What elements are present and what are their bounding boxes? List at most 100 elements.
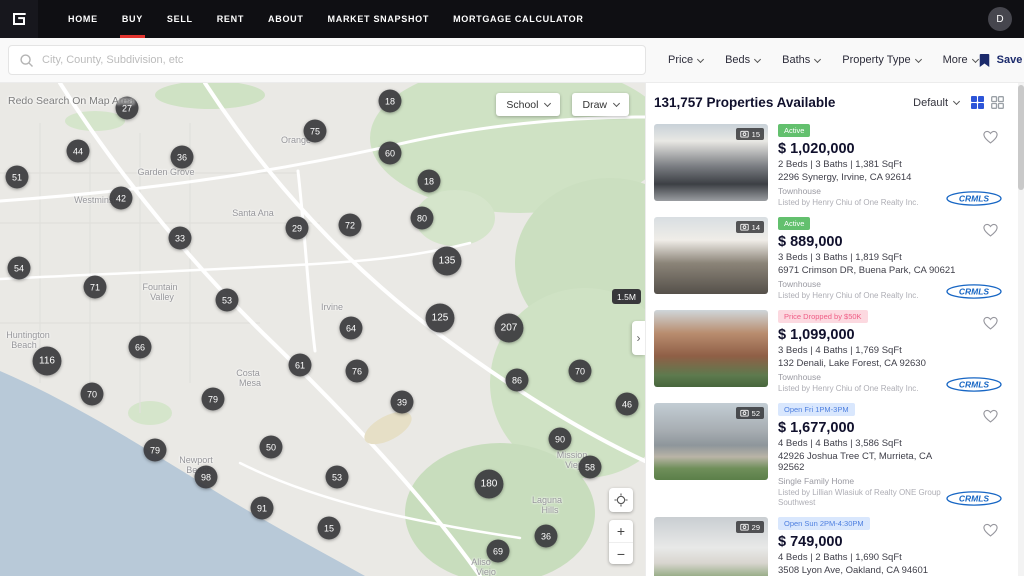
map-locate-button[interactable] — [609, 488, 633, 512]
map-cluster-marker[interactable]: 98 — [195, 466, 218, 489]
map-cluster-marker[interactable]: 86 — [506, 369, 529, 392]
map-cluster-marker[interactable]: 33 — [169, 227, 192, 250]
map-cluster-marker[interactable]: 61 — [289, 354, 312, 377]
map-cluster-marker[interactable]: 51 — [6, 166, 29, 189]
property-card[interactable]: Price Dropped by $50K $ 1,099,000 3 Beds… — [654, 310, 1012, 394]
map-cluster-marker[interactable]: 54 — [8, 257, 31, 280]
property-price: $ 1,677,000 — [778, 420, 956, 436]
status-badge: Price Dropped by $50K — [778, 310, 868, 323]
map-cluster-marker[interactable]: 69 — [487, 540, 510, 563]
redo-search-button[interactable]: Redo Search On Map Area — [8, 95, 134, 107]
filter-property-type[interactable]: Property Type — [842, 54, 920, 66]
crmls-logo: CRMLS — [946, 491, 1002, 506]
scrollbar[interactable] — [1018, 83, 1024, 576]
map-cluster-marker[interactable]: 46 — [616, 393, 639, 416]
price-pin[interactable]: 1.5M — [612, 289, 641, 304]
favorite-button[interactable] — [983, 523, 998, 537]
map-collapse-toggle[interactable]: › — [632, 321, 645, 355]
map-tools: School Draw — [496, 93, 629, 116]
map-cluster-marker[interactable]: 53 — [216, 289, 239, 312]
property-card[interactable]: 29 Open Sun 2PM-4:30PM $ 749,000 4 Beds … — [654, 517, 1012, 576]
map-cluster-marker[interactable]: 36 — [171, 146, 194, 169]
draw-dropdown[interactable]: Draw — [572, 93, 629, 116]
filter-beds[interactable]: Beds — [725, 54, 760, 66]
school-dropdown[interactable]: School — [496, 93, 560, 116]
map-cluster-marker[interactable]: 91 — [251, 497, 274, 520]
map-cluster-marker[interactable]: 36 — [535, 525, 558, 548]
nav-item-about[interactable]: ABOUT — [256, 0, 316, 38]
view-toggle-table[interactable] — [971, 96, 984, 109]
photo-count-badge: 15 — [736, 128, 764, 140]
brand-logo[interactable] — [0, 0, 38, 38]
favorite-button[interactable] — [983, 130, 998, 144]
filter-more[interactable]: More — [943, 54, 978, 66]
map-cluster-marker[interactable]: 70 — [569, 360, 592, 383]
favorite-button[interactable] — [983, 223, 998, 237]
map-cluster-marker[interactable]: 71 — [84, 276, 107, 299]
filter-label: Property Type — [842, 54, 910, 66]
property-price: $ 1,020,000 — [778, 141, 956, 157]
filter-baths[interactable]: Baths — [782, 54, 820, 66]
map-cluster-marker[interactable]: 15 — [318, 517, 341, 540]
svg-text:CRMLS: CRMLS — [959, 287, 990, 297]
nav-item-rent[interactable]: RENT — [205, 0, 256, 38]
map-cluster-marker[interactable]: 76 — [346, 360, 369, 383]
map-cluster-marker[interactable]: 44 — [67, 140, 90, 163]
map-cluster-marker[interactable]: 116 — [33, 347, 62, 376]
chevron-down-icon — [953, 98, 960, 105]
map-cluster-marker[interactable]: 53 — [326, 466, 349, 489]
crmls-logo: CRMLS — [946, 377, 1002, 392]
map-cluster-marker[interactable]: 90 — [549, 428, 572, 451]
property-address: 42926 Joshua Tree CT, Murrieta, CA 92562 — [778, 451, 956, 473]
map-zoom-out-button[interactable]: − — [609, 542, 633, 564]
map-cluster-marker[interactable]: 29 — [286, 217, 309, 240]
nav-item-sell[interactable]: SELL — [155, 0, 205, 38]
save-search-button[interactable]: Save Search — [978, 53, 1024, 68]
map-cluster-marker[interactable]: 39 — [391, 391, 414, 414]
map-cluster-marker[interactable]: 135 — [433, 247, 462, 276]
map-cluster-marker[interactable]: 70 — [81, 383, 104, 406]
camera-icon — [740, 523, 749, 531]
view-toggle-grid[interactable] — [991, 96, 1004, 109]
map-cluster-marker[interactable]: 79 — [202, 388, 225, 411]
map-cluster-marker[interactable]: 64 — [340, 317, 363, 340]
property-card[interactable]: 14 Active $ 889,000 3 Beds | 3 Baths | 1… — [654, 217, 1012, 301]
map-cluster-marker[interactable]: 207 — [495, 314, 524, 343]
user-avatar[interactable]: D — [988, 7, 1012, 31]
map-cluster-marker[interactable]: 125 — [426, 304, 455, 333]
map-place-label: Valley — [150, 292, 174, 302]
save-search-label: Save Search — [997, 54, 1024, 66]
filter-price[interactable]: Price — [668, 54, 703, 66]
nav-item-market-snapshot[interactable]: MARKET SNAPSHOT — [316, 0, 442, 38]
map[interactable]: Redo Search On Map Area School Draw 2718… — [0, 83, 645, 576]
map-cluster-marker[interactable]: 79 — [144, 439, 167, 462]
property-card[interactable]: 52 Open Fri 1PM-3PM $ 1,677,000 4 Beds |… — [654, 403, 1012, 508]
map-cluster-marker[interactable]: 60 — [379, 142, 402, 165]
favorite-button[interactable] — [983, 409, 998, 423]
map-cluster-marker[interactable]: 75 — [304, 120, 327, 143]
map-cluster-marker[interactable]: 58 — [579, 456, 602, 479]
property-specs: 3 Beds | 3 Baths | 1,819 SqFt — [778, 252, 956, 263]
nav-item-buy[interactable]: BUY — [110, 0, 155, 38]
map-cluster-marker[interactable]: 80 — [411, 207, 434, 230]
map-zoom-in-button[interactable]: + — [609, 520, 633, 542]
map-cluster-marker[interactable]: 66 — [129, 336, 152, 359]
search-input[interactable] — [42, 54, 635, 66]
location-search[interactable] — [8, 45, 646, 75]
scrollbar-thumb[interactable] — [1018, 85, 1024, 190]
property-price: $ 1,099,000 — [778, 327, 956, 343]
favorite-button[interactable] — [983, 316, 998, 330]
nav-item-mortgage-calculator[interactable]: MORTGAGE CALCULATOR — [441, 0, 595, 38]
property-price: $ 889,000 — [778, 234, 956, 250]
map-cluster-marker[interactable]: 18 — [379, 90, 402, 113]
map-cluster-marker[interactable]: 42 — [110, 187, 133, 210]
map-cluster-marker[interactable]: 18 — [418, 170, 441, 193]
sort-dropdown[interactable]: Default — [913, 97, 959, 109]
property-card[interactable]: 15 Active $ 1,020,000 2 Beds | 3 Baths |… — [654, 124, 1012, 208]
nav-item-home[interactable]: HOME — [56, 0, 110, 38]
map-cluster-marker[interactable]: 50 — [260, 436, 283, 459]
results-count: 131,757 Properties Available — [654, 95, 835, 110]
filter-bar: Price Beds Baths Property Type More Save Sea… — [0, 38, 1024, 83]
map-cluster-marker[interactable]: 180 — [475, 470, 504, 499]
map-cluster-marker[interactable]: 72 — [339, 214, 362, 237]
